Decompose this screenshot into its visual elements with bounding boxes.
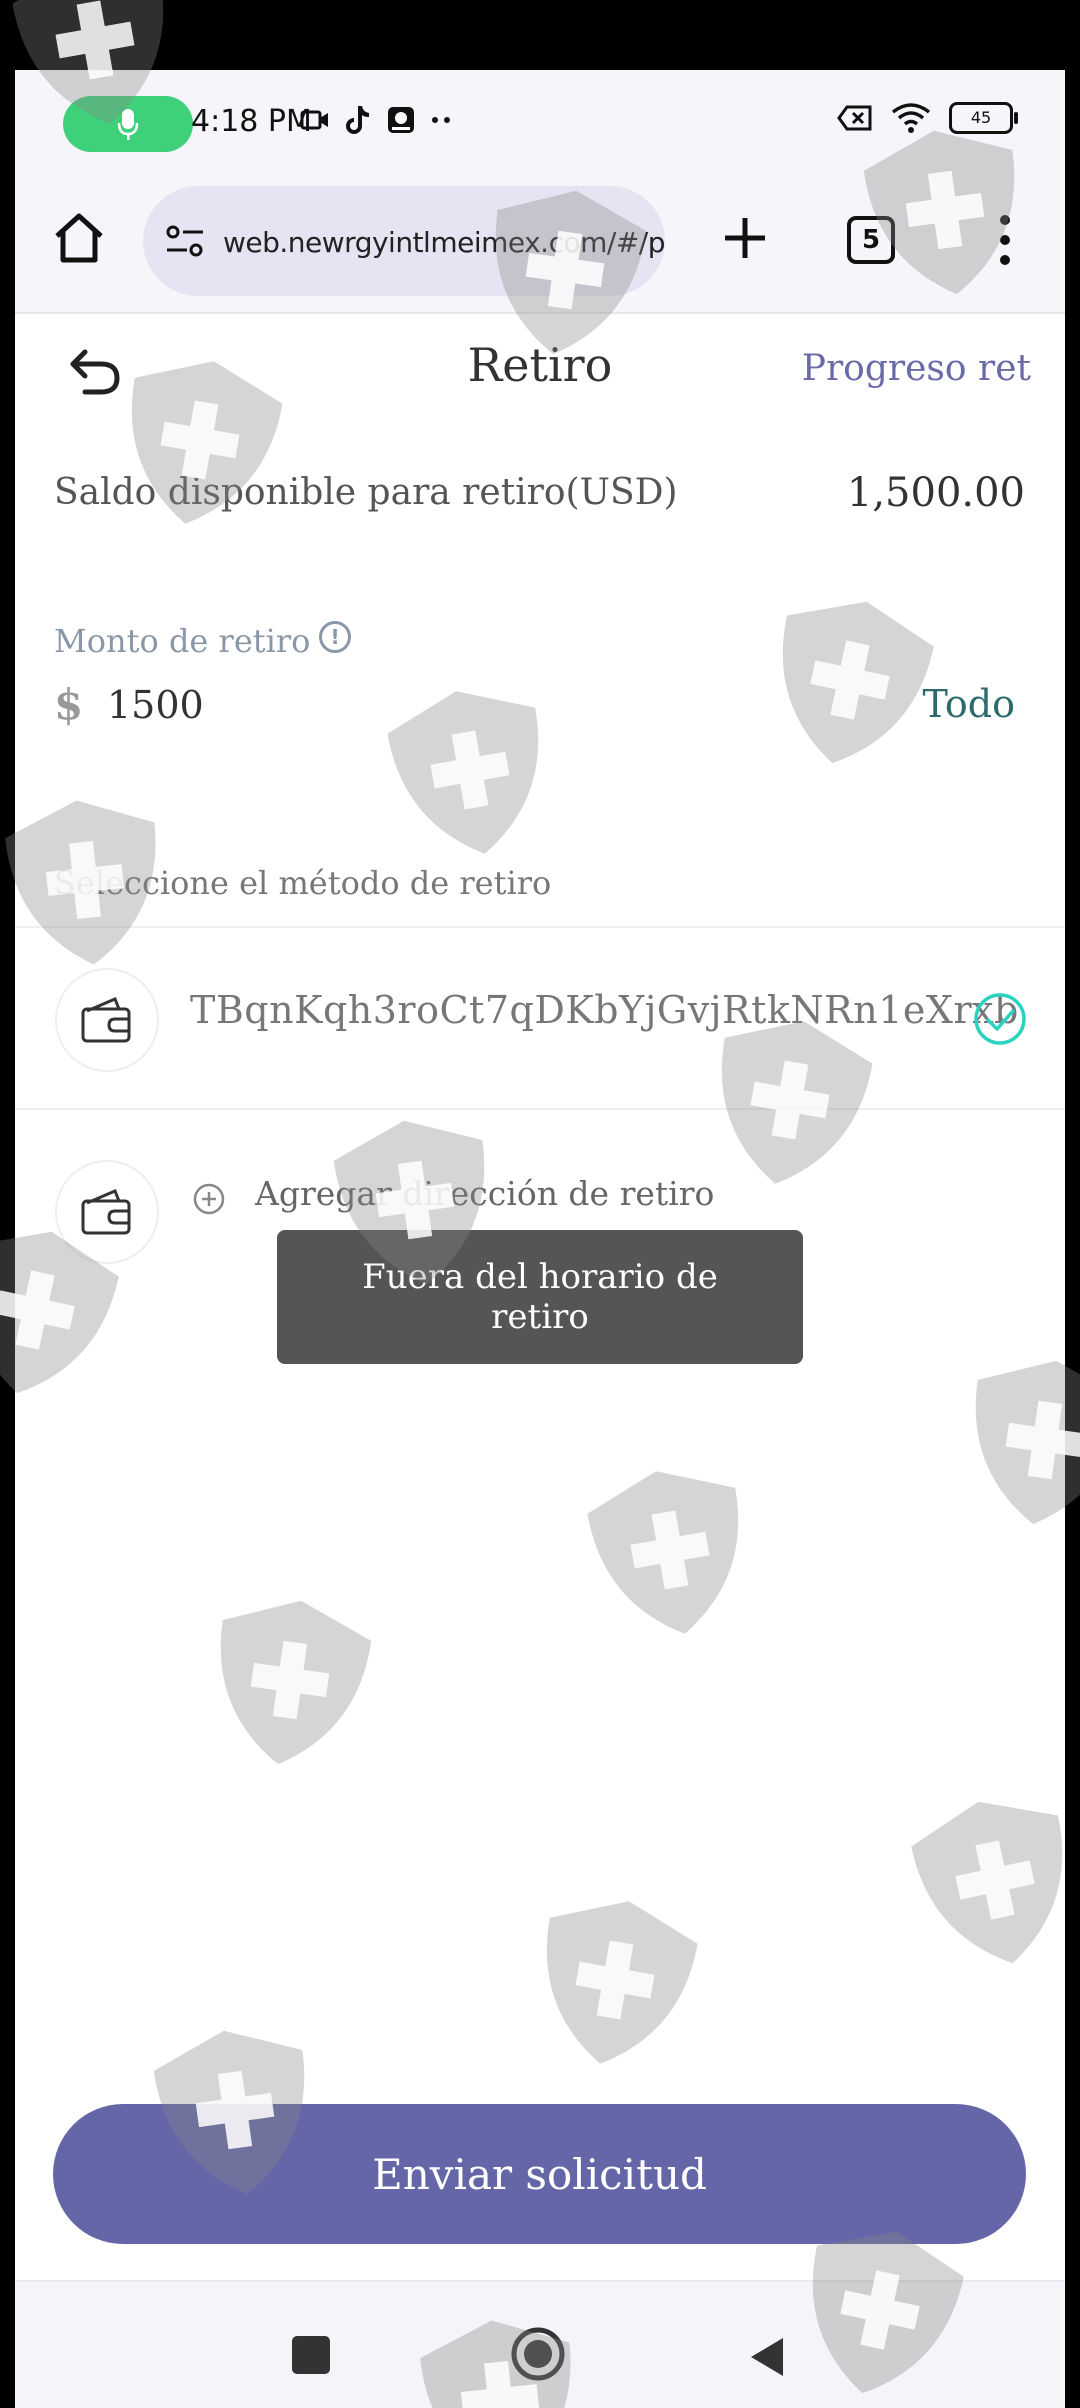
tiktok-icon [346, 106, 369, 134]
url-text: web.newrgyintlmeimex.com/#/pages [223, 226, 665, 259]
progress-link[interactable]: Progreso ret [802, 348, 1031, 389]
balance-label: Saldo disponible para retiro(USD) [54, 472, 678, 513]
amount-input[interactable] [105, 676, 609, 734]
withdraw-address: TBqnKqh3roCt7qDKbYjGvjRtkNRn1eXrxb [190, 988, 1019, 1032]
home-circle-icon[interactable] [510, 2326, 566, 2382]
system-icons: 45 [837, 102, 1018, 134]
status-bar: 4:18 PM 45 [15, 70, 1065, 174]
phone-screen: 4:18 PM 45 web.newrgyintlmeimex.com/#/p … [15, 70, 1065, 2408]
recents-icon[interactable] [292, 2336, 330, 2374]
home-icon[interactable] [49, 208, 109, 268]
submit-request-button[interactable]: Enviar solicitud [53, 2104, 1026, 2244]
add-circle-icon[interactable] [192, 1182, 226, 1216]
add-address-label[interactable]: Agregar dirección de retiro [255, 1174, 714, 1213]
video-camera-icon [300, 110, 328, 130]
info-icon[interactable]: ! [319, 621, 351, 653]
wallet-icon [55, 968, 159, 1072]
more-vert-icon[interactable] [995, 210, 1015, 270]
method-label: Seleccione el método de retiro [54, 864, 552, 902]
browser-toolbar: web.newrgyintlmeimex.com/#/pages 5 [15, 174, 1065, 314]
microphone-icon [117, 109, 139, 140]
new-tab-icon[interactable] [715, 208, 775, 268]
check-circle-icon [974, 993, 1026, 1045]
site-settings-icon[interactable] [165, 224, 205, 258]
status-time: 4:18 PM [191, 104, 312, 139]
mic-active-indicator[interactable] [63, 96, 193, 152]
wallet-icon [55, 1160, 159, 1264]
toast-message: Fuera del horario de retiro [277, 1230, 803, 1364]
wifi-icon [891, 103, 931, 133]
no-sim-icon [837, 105, 872, 131]
address-bar[interactable]: web.newrgyintlmeimex.com/#/pages [143, 186, 665, 296]
more-notifications-icon [432, 117, 450, 123]
tab-switcher-button[interactable]: 5 [847, 216, 895, 264]
back-arrow-icon[interactable] [65, 340, 125, 400]
battery-icon: 45 [949, 102, 1018, 134]
gallery-icon [388, 107, 414, 133]
balance-value: 1,500.00 [846, 470, 1025, 516]
amount-label: Monto de retiro [54, 622, 311, 660]
notification-icons [300, 104, 454, 136]
back-triangle-icon[interactable] [745, 2334, 791, 2380]
withdraw-all-button[interactable]: Todo [923, 682, 1015, 726]
currency-symbol: $ [54, 680, 84, 729]
withdraw-address-option[interactable]: TBqnKqh3roCt7qDKbYjGvjRtkNRn1eXrxb [15, 928, 1065, 1108]
